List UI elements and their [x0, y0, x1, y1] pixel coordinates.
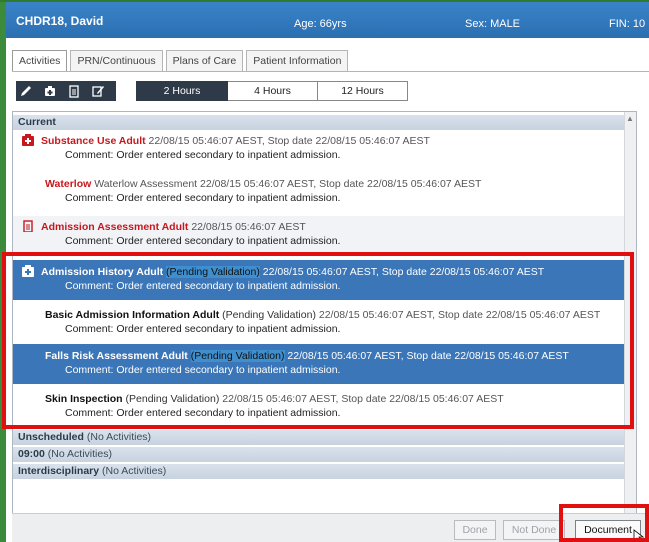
- activity-row[interactable]: Admission Assessment Adult 22/08/15 05:4…: [13, 216, 625, 253]
- tab-plans-of-care[interactable]: Plans of Care: [165, 50, 244, 71]
- activity-comment: Comment: Order entered secondary to inpa…: [65, 364, 341, 376]
- activity-meta: Waterlow Assessment 22/08/15 05:46:07 AE…: [91, 178, 482, 190]
- medkit-icon: [21, 134, 41, 146]
- activity-meta: 22/08/15 05:46:07 AEST, Stop date 22/08/…: [284, 350, 569, 362]
- tab-activities[interactable]: Activities: [12, 50, 68, 72]
- activity-meta: 22/08/15 05:46:07 AEST: [188, 221, 306, 233]
- activity-row-selected[interactable]: Falls Risk Assessment Adult (Pending Val…: [13, 344, 625, 384]
- tab-prn-continuous[interactable]: PRN/Continuous: [70, 50, 163, 71]
- pending-validation-label: (Pending Validation): [125, 393, 220, 405]
- time-2-hours-button[interactable]: 2 Hours: [136, 81, 228, 101]
- clipboard-icon[interactable]: [64, 81, 84, 101]
- note-edit-icon[interactable]: [88, 81, 108, 101]
- section-unscheduled[interactable]: Unscheduled (No Activities): [13, 430, 625, 445]
- section-0900-note: (No Activities): [47, 448, 112, 460]
- section-unscheduled-label: Unscheduled: [18, 431, 84, 443]
- section-0900-label: 09:00: [18, 448, 45, 460]
- section-current-label: Current: [18, 116, 56, 128]
- activity-row[interactable]: Waterlow Waterlow Assessment 22/08/15 05…: [13, 177, 625, 213]
- not-done-button[interactable]: Not Done: [503, 520, 565, 540]
- activity-comment: Comment: Order entered secondary to inpa…: [65, 280, 341, 292]
- tab-divider: [12, 71, 649, 72]
- medkit-icon: [21, 265, 41, 277]
- section-0900[interactable]: 09:00 (No Activities): [13, 447, 625, 462]
- tab-bar: Activities PRN/Continuous Plans of Care …: [12, 50, 349, 72]
- activity-comment: Comment: Order entered secondary to inpa…: [65, 407, 341, 419]
- section-interdisciplinary-note: (No Activities): [102, 465, 167, 477]
- section-interdisciplinary[interactable]: Interdisciplinary (No Activities): [13, 464, 625, 479]
- section-unscheduled-note: (No Activities): [86, 431, 152, 443]
- footer-bar: Done Not Done Document: [12, 513, 649, 542]
- window-frame-left: [0, 0, 6, 542]
- activity-title: Substance Use Adult: [41, 135, 146, 147]
- activity-meta: 22/08/15 05:46:07 AEST, Stop date 22/08/…: [219, 393, 504, 405]
- pending-validation-label: (Pending Validation): [190, 350, 285, 362]
- patient-sex: Sex: MALE: [465, 18, 521, 30]
- activity-title: Waterlow: [45, 178, 92, 190]
- activity-row-selected[interactable]: Admission History Adult (Pending Validat…: [13, 260, 625, 300]
- activity-meta: 22/08/15 05:46:07 AEST, Stop date 22/08/…: [145, 135, 430, 147]
- activity-comment: Comment: Order entered secondary to inpa…: [65, 149, 341, 161]
- time-12-hours-button[interactable]: 12 Hours: [318, 81, 408, 101]
- time-range-selector: 2 Hours 4 Hours 12 Hours: [136, 81, 408, 101]
- activity-row[interactable]: Basic Admission Information Adult (Pendi…: [13, 304, 625, 340]
- section-current[interactable]: Current: [13, 115, 625, 130]
- vertical-scrollbar[interactable]: ▲: [624, 112, 636, 514]
- tab-patient-information[interactable]: Patient Information: [246, 50, 349, 71]
- pending-validation-label: (Pending Validation): [166, 266, 260, 278]
- activity-title: Admission History Adult: [41, 266, 164, 278]
- activity-comment: Comment: Order entered secondary to inpa…: [65, 192, 341, 204]
- clipboard-icon: [21, 220, 41, 233]
- scroll-up-icon[interactable]: ▲: [624, 112, 636, 126]
- toolbar: [16, 81, 108, 101]
- activity-title: Basic Admission Information Adult: [45, 309, 220, 321]
- pencil-icon[interactable]: [16, 81, 36, 101]
- activity-comment: Comment: Order entered secondary to inpa…: [65, 235, 341, 247]
- document-button[interactable]: Document: [575, 520, 641, 540]
- patient-age: Age: 66yrs: [294, 18, 347, 30]
- patient-name[interactable]: CHDR18, David: [16, 14, 103, 28]
- mouse-cursor-icon: [633, 529, 645, 542]
- activity-meta: 22/08/15 05:46:07 AEST, Stop date 22/08/…: [259, 266, 545, 278]
- medkit-icon[interactable]: [40, 81, 60, 101]
- patient-banner: CHDR18, David Age: 66yrs Sex: MALE FIN: …: [6, 2, 649, 38]
- activity-row[interactable]: Substance Use Adult 22/08/15 05:46:07 AE…: [13, 134, 625, 170]
- activity-comment: Comment: Order entered secondary to inpa…: [65, 323, 341, 335]
- activities-panel: Current Substance Use Adult 22/08/15 05:…: [12, 111, 637, 515]
- time-4-hours-button[interactable]: 4 Hours: [228, 81, 318, 101]
- section-interdisciplinary-label: Interdisciplinary: [18, 465, 100, 477]
- patient-fin: FIN: 10: [609, 18, 646, 30]
- activity-meta: 22/08/15 05:46:07 AEST, Stop date 22/08/…: [315, 309, 601, 321]
- activity-title: Skin Inspection: [45, 393, 123, 405]
- activity-row[interactable]: Skin Inspection (Pending Validation) 22/…: [13, 388, 625, 424]
- done-button[interactable]: Done: [454, 520, 496, 540]
- pending-validation-label: (Pending Validation): [222, 309, 316, 321]
- activity-title: Falls Risk Assessment Adult: [45, 350, 188, 362]
- activity-title: Admission Assessment Adult: [41, 221, 189, 233]
